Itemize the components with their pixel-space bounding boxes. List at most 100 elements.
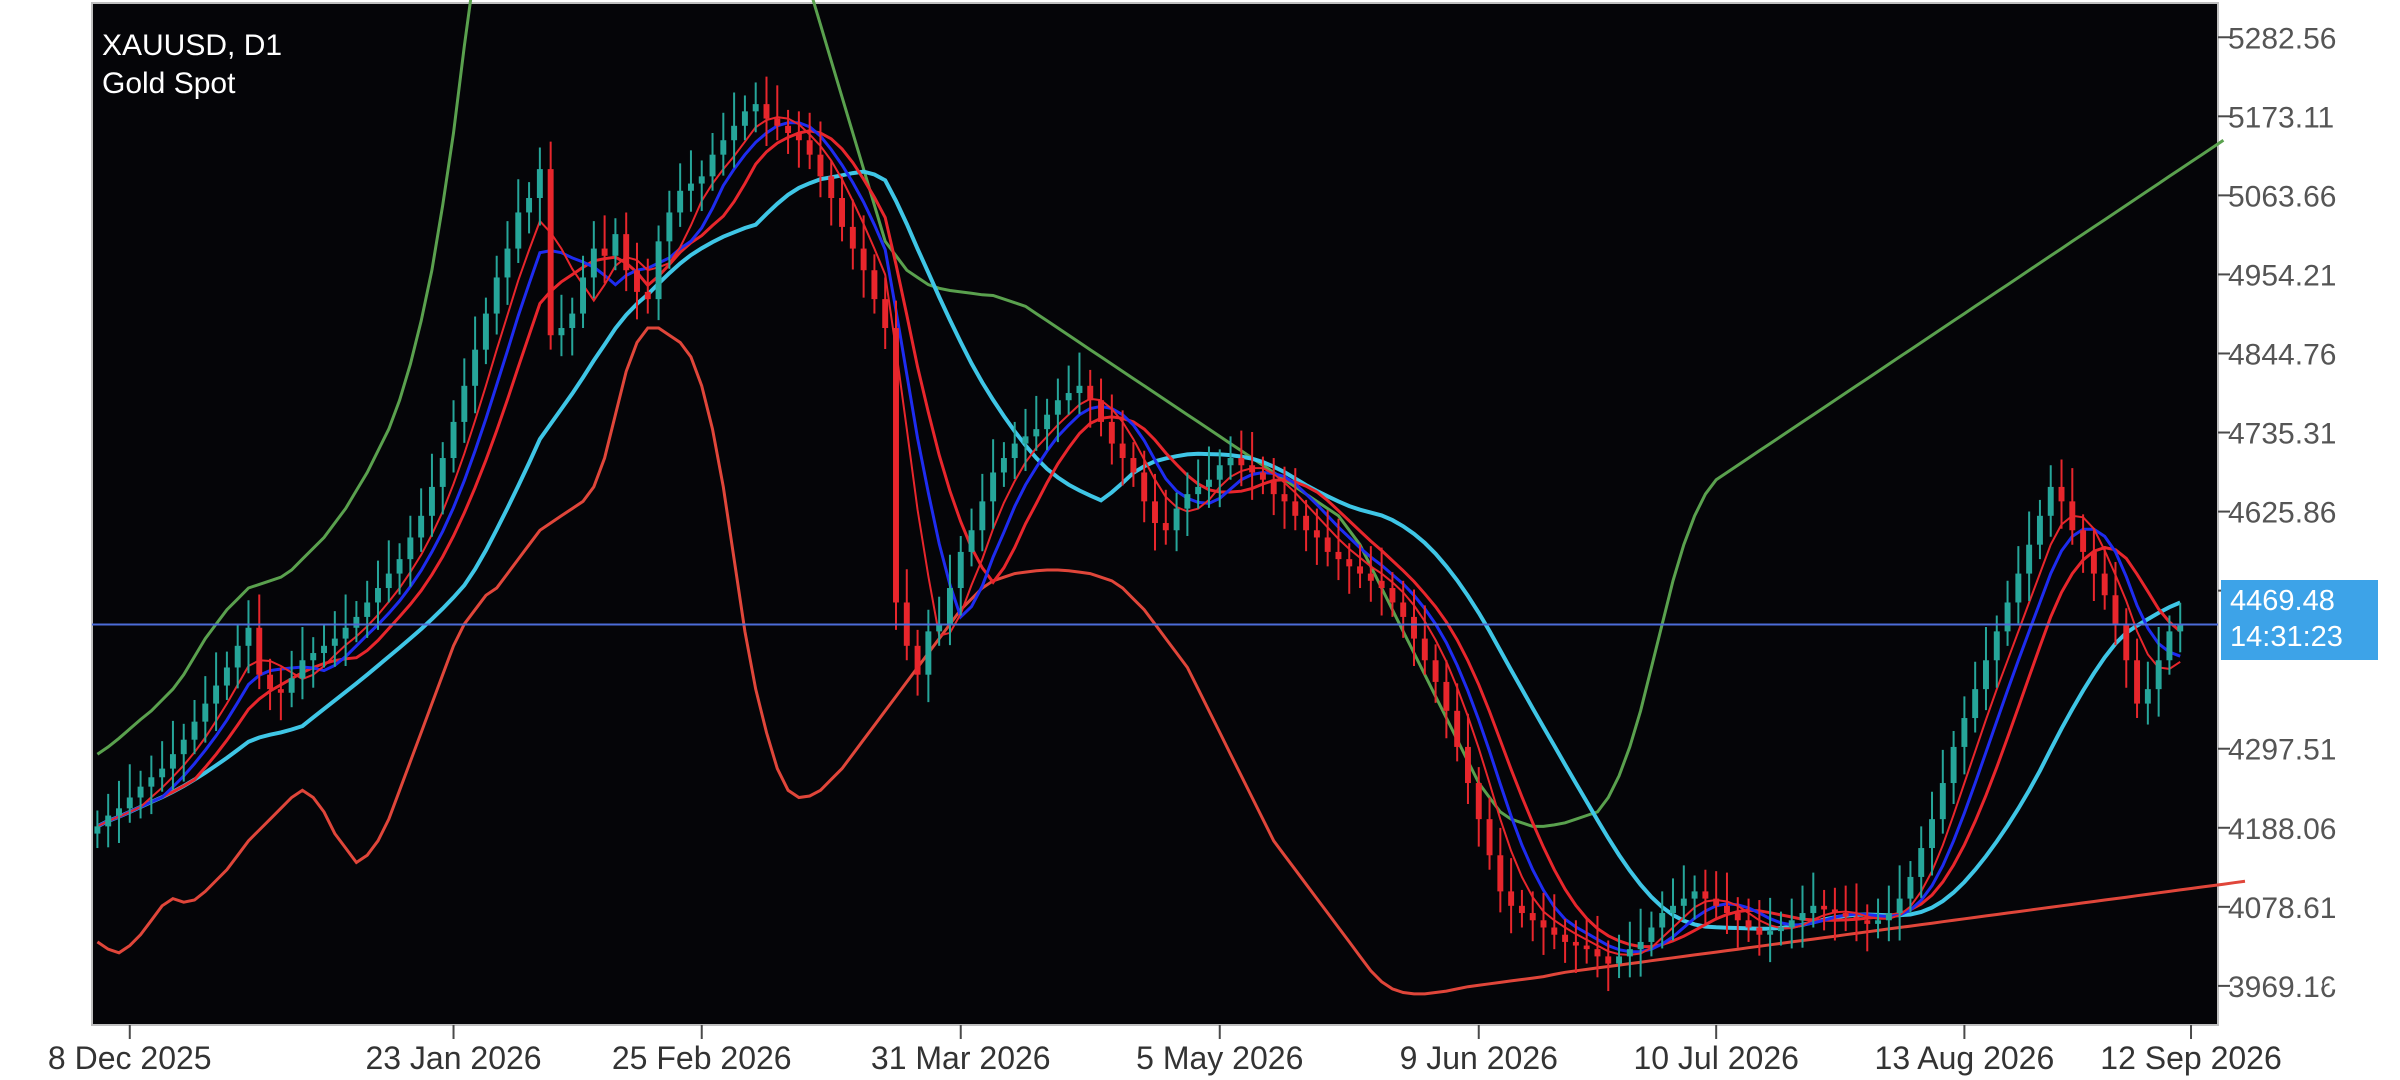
candle-body — [1238, 458, 1245, 466]
candle-body — [1367, 573, 1374, 581]
candle-body — [1152, 501, 1158, 524]
candle-body — [288, 678, 295, 693]
candle-body — [1464, 746, 1471, 784]
candle-body — [828, 176, 835, 199]
candle-body — [169, 754, 176, 769]
candle-body — [2123, 624, 2130, 661]
candle-body — [1249, 465, 1256, 473]
candle-body — [299, 660, 306, 679]
candle-body — [277, 689, 284, 693]
price-tick-label: 5173.11 — [2228, 101, 2334, 134]
candle-body — [644, 291, 651, 300]
instrument-description: Gold Spot — [102, 67, 236, 100]
candle-body — [375, 588, 381, 603]
candle-body — [1227, 458, 1234, 466]
candle-body — [547, 169, 554, 336]
candle-body — [1335, 551, 1342, 560]
candle-body — [1098, 400, 1105, 422]
candle-body — [580, 277, 586, 314]
candle-body — [1745, 920, 1752, 928]
candle-body — [612, 234, 619, 256]
candle-body — [893, 328, 899, 603]
candle-body — [2177, 624, 2184, 632]
candle-body — [1691, 891, 1698, 899]
candle-body — [1594, 949, 1601, 957]
candle-body — [1044, 414, 1051, 430]
candle-body — [536, 169, 543, 199]
candle-body — [601, 248, 608, 256]
candle-body — [1292, 501, 1299, 516]
candle-body — [213, 685, 220, 704]
candle-body — [720, 140, 727, 155]
candle-body — [1885, 913, 1892, 921]
candle-body — [105, 815, 112, 827]
candle-body — [1540, 920, 1547, 928]
candle-body — [2101, 573, 2108, 596]
candle-body — [1821, 905, 1828, 910]
candle-body — [731, 125, 738, 141]
candle-body — [1680, 898, 1687, 906]
candle-body — [1875, 920, 1882, 924]
price-tick-label: 5063.66 — [2228, 180, 2336, 213]
candle-body — [1475, 783, 1482, 820]
candle-body — [860, 248, 867, 271]
price-tick-label: 4188.06 — [2228, 813, 2336, 846]
candle-body — [180, 739, 187, 755]
candle-body — [267, 674, 274, 690]
candle-body — [1216, 465, 1223, 480]
candle-body — [418, 515, 425, 538]
chart-frame: 5282.56 5173.11 5063.66 4954.21 4844.76 4735.… — [0, 0, 2400, 1080]
candle-body — [817, 154, 824, 177]
candle-body — [1842, 913, 1849, 917]
candle-body — [1767, 931, 1774, 935]
candle-body — [1810, 905, 1817, 914]
candle-body — [428, 486, 435, 516]
candle-body — [990, 472, 997, 502]
candle-body — [1853, 916, 1860, 921]
candle-body — [2015, 573, 2022, 603]
candle-body — [94, 826, 101, 834]
candle-body — [148, 777, 155, 787]
candle-body — [1357, 566, 1364, 574]
candle-body — [342, 627, 349, 639]
price-tick-label: 4625.86 — [2228, 497, 2336, 530]
candle-body — [914, 645, 921, 675]
candle-body — [450, 421, 457, 459]
candle-body — [1939, 783, 1946, 820]
candle-body — [191, 721, 198, 740]
price-tick-label: 4844.76 — [2228, 338, 2336, 371]
candle-body — [1724, 905, 1730, 914]
candle-body — [795, 133, 802, 141]
candle-body — [1141, 472, 1148, 502]
candle-body — [2069, 501, 2076, 531]
candle-body — [482, 313, 489, 350]
price-chart[interactable]: 5282.56 5173.11 5063.66 4954.21 4844.76 4735.… — [0, 0, 2400, 1080]
candle-body — [353, 616, 360, 628]
candle-body — [774, 118, 781, 126]
candle-body — [946, 588, 953, 625]
candle-body — [1659, 913, 1666, 928]
candle-body — [1907, 876, 1914, 899]
candle-body — [2090, 551, 2097, 574]
candle-body — [1670, 905, 1676, 914]
candle-body — [1303, 515, 1310, 531]
candle-body — [687, 183, 694, 191]
candle-body — [1799, 913, 1806, 921]
price-tick-label: 4297.51 — [2228, 734, 2336, 767]
candle-body — [590, 248, 597, 278]
candle-body — [1432, 660, 1439, 682]
candle-body — [1777, 927, 1784, 932]
candle-body — [515, 212, 522, 249]
candle-body — [2004, 602, 2011, 632]
more-options-button[interactable]: ••• — [2285, 968, 2355, 1002]
candle-body — [1162, 523, 1169, 531]
candle-body — [709, 154, 716, 177]
candle-body — [223, 667, 230, 686]
candle-body — [1864, 920, 1871, 924]
candle-body — [849, 226, 856, 249]
candle-body — [1583, 945, 1590, 950]
candle-body — [1313, 530, 1320, 538]
current-price-value: 4469.48 — [2230, 585, 2335, 617]
candle-body — [634, 270, 640, 292]
candle-body — [752, 104, 759, 112]
